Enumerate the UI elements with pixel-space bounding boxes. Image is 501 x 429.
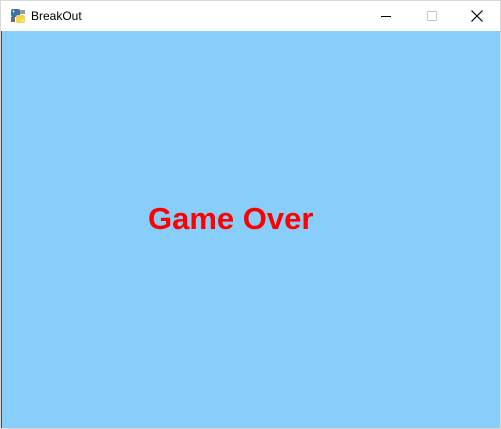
title-bar[interactable]: BreakOut bbox=[1, 1, 500, 31]
maximize-button[interactable] bbox=[409, 1, 455, 31]
window-title: BreakOut bbox=[31, 9, 82, 23]
game-over-text: Game Over bbox=[148, 201, 314, 236]
close-button[interactable] bbox=[454, 1, 500, 31]
python-icon bbox=[10, 8, 26, 24]
close-icon bbox=[471, 10, 483, 22]
maximize-icon bbox=[427, 11, 437, 21]
app-window: BreakOut Game Over bbox=[0, 0, 501, 429]
game-canvas[interactable]: Game Over bbox=[1, 31, 500, 428]
minimize-icon bbox=[381, 16, 391, 17]
minimize-button[interactable] bbox=[363, 1, 409, 31]
